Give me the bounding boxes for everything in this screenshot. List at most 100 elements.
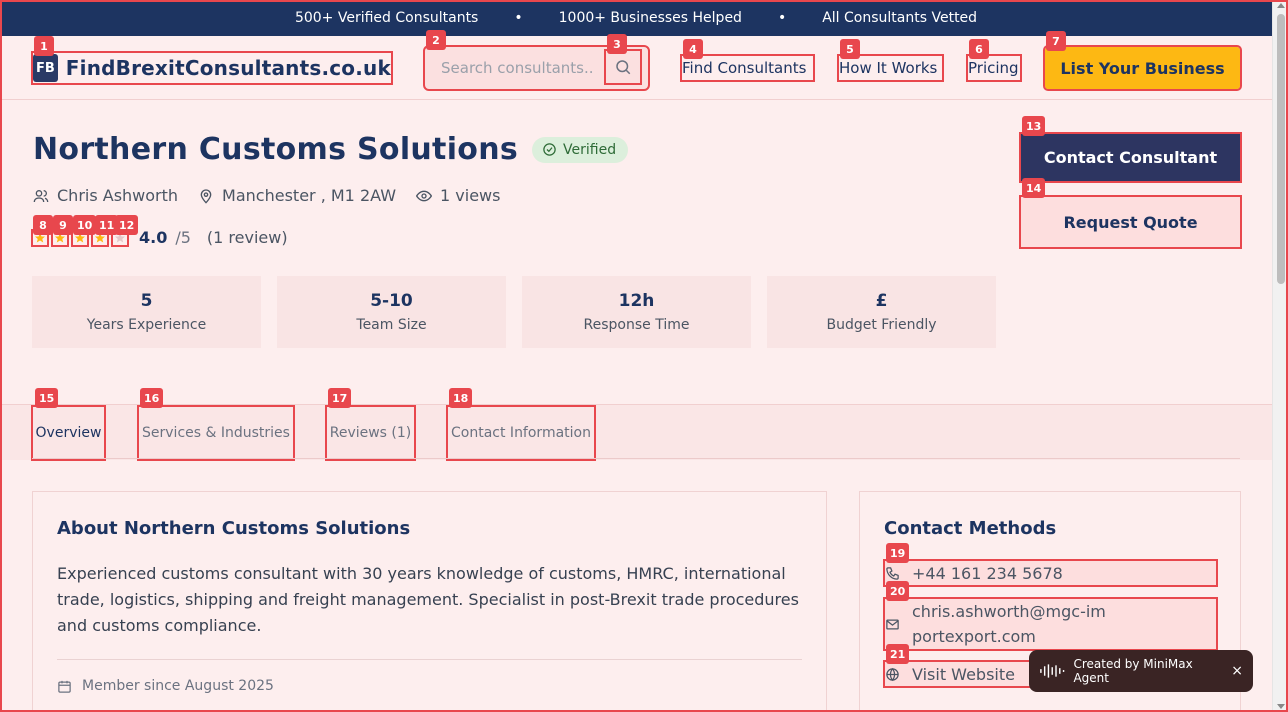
marker-badge: 19 — [886, 543, 910, 563]
page-scrollbar[interactable] — [1272, 0, 1288, 712]
search-button[interactable] — [604, 49, 642, 85]
location-text: Manchester , M1 2AW — [222, 186, 397, 205]
marker-badge: 13 — [1022, 116, 1046, 136]
stat-value: 5 — [140, 291, 153, 311]
toast-close-button[interactable]: × — [1231, 663, 1243, 679]
about-card: About Northern Customs Solutions Experie… — [32, 491, 827, 712]
marker-badge: 17 — [328, 388, 352, 408]
scroll-thumb[interactable] — [1277, 14, 1285, 284]
stats-row: 5 Years Experience 5-10 Team Size 12h Re… — [32, 276, 996, 348]
site-header: FB FindBrexitConsultants.co.uk Find Cons… — [0, 36, 1272, 100]
marker-badge: 21 — [886, 644, 910, 664]
contact-consultant-button[interactable]: Contact Consultant — [1019, 132, 1242, 183]
view-count: 1 views — [416, 186, 500, 205]
marker-badge: 15 — [35, 388, 59, 408]
about-heading: About Northern Customs Solutions — [57, 518, 411, 539]
stat-label: Years Experience — [86, 317, 207, 333]
top-banner: 500+ Verified Consultants • 1000+ Busine… — [0, 0, 1272, 36]
marker-badge: 10 — [73, 215, 97, 235]
marker-badge: 18 — [449, 388, 473, 408]
marker-badge: 16 — [140, 388, 164, 408]
member-since: Member since August 2025 — [57, 678, 802, 694]
toast-text: Created by MiniMax Agent — [1073, 657, 1193, 685]
scroll-up-icon[interactable] — [1277, 3, 1285, 8]
page-title: Northern Customs Solutions — [33, 132, 519, 167]
marker-badge: 9 — [53, 215, 73, 235]
stat-label: Team Size — [356, 317, 427, 333]
banner-verified-count: 500+ Verified Consultants — [294, 10, 479, 26]
stat-card: 5-10 Team Size — [277, 276, 506, 348]
stat-card: £ Budget Friendly — [767, 276, 996, 348]
contact-methods-heading: Contact Methods — [884, 518, 1057, 539]
about-divider — [57, 659, 802, 660]
stat-value: 5-10 — [370, 291, 413, 311]
minimax-toast: Created by MiniMax Agent × — [1029, 650, 1253, 692]
logo-mark: FB — [33, 54, 58, 82]
phone-icon — [886, 566, 899, 580]
rating-value: 4.0 — [139, 228, 168, 247]
search-input[interactable] — [425, 59, 595, 77]
banner-separator: • — [514, 10, 523, 26]
nav-find-consultants[interactable]: Find Consultants — [680, 54, 815, 82]
list-your-business-button[interactable]: List Your Business — [1043, 45, 1242, 91]
location: Manchester , M1 2AW — [198, 186, 396, 205]
marker-badge: 7 — [1046, 31, 1066, 51]
waveform-icon — [1040, 664, 1065, 678]
tab-services-industries[interactable]: Services & Industries — [137, 405, 295, 461]
marker-badge: 12 — [115, 215, 139, 235]
member-since-text: Member since August 2025 — [82, 678, 274, 694]
profile-meta: Chris Ashworth Manchester , M1 2AW 1 vie… — [33, 186, 500, 205]
tab-reviews[interactable]: Reviews (1) — [325, 405, 416, 461]
scroll-down-icon[interactable] — [1277, 704, 1285, 709]
map-pin-icon — [200, 188, 212, 204]
stat-card: 12h Response Time — [522, 276, 751, 348]
calendar-icon — [58, 680, 71, 693]
request-quote-button[interactable]: Request Quote — [1019, 195, 1242, 249]
contact-person-name: Chris Ashworth — [57, 186, 179, 205]
banner-separator: • — [777, 10, 787, 26]
tab-overview[interactable]: Overview — [31, 405, 106, 461]
check-circle-icon — [543, 143, 556, 156]
users-icon — [33, 189, 49, 202]
logo-text: FindBrexitConsultants.co.uk — [65, 56, 391, 80]
rating-max: /5 — [175, 228, 191, 247]
phone-link[interactable]: +44 161 234 5678 — [883, 559, 1218, 587]
search-icon — [616, 60, 631, 75]
marker-badge: 6 — [969, 39, 989, 59]
marker-badge: 14 — [1022, 178, 1046, 198]
views-text: 1 views — [440, 186, 501, 205]
marker-badge: 5 — [840, 39, 860, 59]
stat-label: Budget Friendly — [826, 317, 937, 333]
site-logo-link[interactable]: FB FindBrexitConsultants.co.uk — [31, 51, 393, 85]
rating-count: (1 review) — [206, 228, 288, 247]
verified-label: Verified — [563, 141, 617, 158]
tabs-bar: Overview Services & Industries Reviews (… — [0, 404, 1272, 461]
website-text: Visit Website — [912, 664, 1015, 684]
email-text: chris.ashworth@mgc-importexport.com — [912, 602, 1106, 646]
about-body: Experienced customs consultant with 30 y… — [57, 564, 799, 635]
banner-businesses-helped: 1000+ Businesses Helped — [558, 10, 742, 26]
tabs-divider — [32, 458, 1240, 459]
globe-icon — [886, 667, 899, 681]
stat-value: £ — [875, 291, 888, 311]
stat-card: 5 Years Experience — [32, 276, 261, 348]
nav-how-it-works[interactable]: How It Works — [837, 54, 944, 82]
contact-person: Chris Ashworth — [33, 186, 178, 205]
verified-badge: Verified — [532, 136, 629, 163]
banner-vetted: All Consultants Vetted — [822, 10, 978, 26]
stat-value: 12h — [618, 291, 655, 311]
phone-text: +44 161 234 5678 — [912, 563, 1063, 583]
marker-badge: 3 — [607, 34, 627, 54]
nav-pricing[interactable]: Pricing — [966, 54, 1022, 82]
profile-title-row: Northern Customs Solutions Verified — [33, 132, 629, 167]
marker-badge: 4 — [683, 39, 703, 59]
mail-icon — [886, 619, 899, 629]
marker-badge: 2 — [426, 30, 446, 50]
stat-label: Response Time — [583, 317, 690, 333]
marker-badge: 20 — [886, 581, 910, 601]
eye-icon — [416, 190, 433, 201]
marker-badge: 1 — [34, 36, 54, 56]
email-link[interactable]: chris.ashworth@mgc-importexport.com — [883, 597, 1218, 651]
tab-contact-information[interactable]: Contact Information — [446, 405, 596, 461]
marker-badge: 8 — [33, 215, 53, 235]
